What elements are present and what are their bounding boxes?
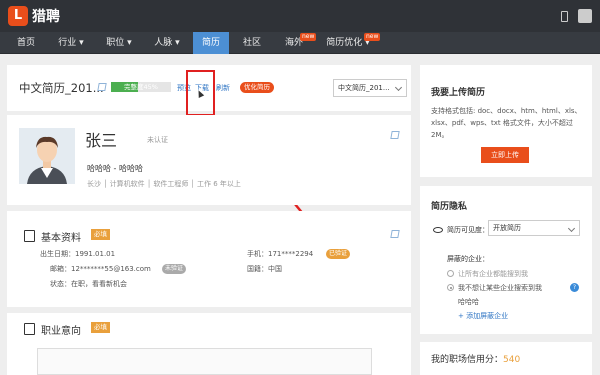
credit-score-label: 我的职场信用分： xyxy=(431,355,504,365)
credit-score-value[interactable]: 540 xyxy=(503,355,520,365)
visibility-label: 简历可见度： xyxy=(447,226,489,234)
blocked-company-name: 哈哈哈 xyxy=(458,298,479,306)
phone-verified-badge: 已验证 xyxy=(326,249,351,259)
edit-basic-info-icon[interactable] xyxy=(390,230,400,238)
career-intent-title: 职业意向 xyxy=(41,326,81,337)
edit-profile-icon[interactable] xyxy=(390,131,400,139)
help-icon[interactable]: ? xyxy=(570,283,579,292)
career-intent-section: 职业意向 必填 xyxy=(7,313,411,375)
email-label: 邮箱： xyxy=(50,265,71,273)
add-blocked-company-link[interactable]: + 添加屏蔽企业 xyxy=(458,311,508,321)
required-badge: 必填 xyxy=(91,322,110,333)
blocked-companies-label: 屏蔽的企业： xyxy=(447,255,489,263)
document-icon xyxy=(24,230,35,242)
country-value: 中国 xyxy=(268,265,282,273)
eye-icon xyxy=(433,227,443,233)
profile-name: 张三 xyxy=(85,131,118,150)
email-value: 12*******55@163.com xyxy=(71,265,151,273)
radio-block-some[interactable] xyxy=(447,284,454,291)
privacy-title: 简历隐私 xyxy=(431,202,468,212)
phone-label: 手机： xyxy=(247,250,268,258)
profile-card: 张三 未认证 哈哈哈 - 哈哈哈 长沙 │ 计算机软件 │ 软件工程师 │ 工作… xyxy=(7,115,411,205)
briefcase-icon xyxy=(24,323,35,335)
resume-privacy-panel: 简历隐私 简历可见度： 开放简历 屏蔽的企业： 让所有企业都能搜到我 我不想让某… xyxy=(420,186,592,334)
visibility-select[interactable]: 开放简历 xyxy=(488,220,580,236)
status-label: 状态： xyxy=(50,280,71,288)
visibility-value: 开放简历 xyxy=(493,224,521,232)
phone-value: 171****2294 xyxy=(268,250,314,258)
chevron-down-icon xyxy=(567,224,576,233)
birth-label: 出生日期： xyxy=(40,250,75,258)
country-label: 国籍： xyxy=(247,265,268,273)
verify-status[interactable]: 未认证 xyxy=(147,135,168,145)
radio-all-companies[interactable] xyxy=(447,270,454,277)
required-badge: 必填 xyxy=(91,229,110,240)
option-block-some[interactable]: 我不想让某些企业搜索到我 xyxy=(458,283,542,293)
basic-info-section: 基本资料 必填 出生日期：1991.01.01 邮箱：12*******55@1… xyxy=(7,211,411,307)
upload-resume-panel: 我要上传简历 支持格式包括: doc、docx、htm、html、xls、xls… xyxy=(420,65,592,177)
basic-info-title: 基本资料 xyxy=(41,233,81,244)
option-all-companies[interactable]: 让所有企业都能搜到我 xyxy=(458,269,528,279)
career-intent-form[interactable] xyxy=(37,348,372,375)
profile-avatar[interactable] xyxy=(19,128,75,184)
upload-title: 我要上传简历 xyxy=(431,88,486,98)
status-value: 在职，看看新机会 xyxy=(71,280,127,288)
credit-score-panel: 我的职场信用分：540 xyxy=(420,342,592,375)
email-unverified-badge[interactable]: 未验证 xyxy=(162,264,187,274)
birth-value: 1991.01.01 xyxy=(75,250,116,258)
profile-tagline: 哈哈哈 - 哈哈哈 xyxy=(87,164,143,173)
upload-now-button[interactable]: 立即上传 xyxy=(481,147,529,163)
profile-meta: 长沙 │ 计算机软件 │ 软件工程师 │ 工作 6 年以上 xyxy=(87,180,241,188)
upload-description: 支持格式包括: doc、docx、htm、html、xls、xlsx、pdf、w… xyxy=(431,107,582,139)
